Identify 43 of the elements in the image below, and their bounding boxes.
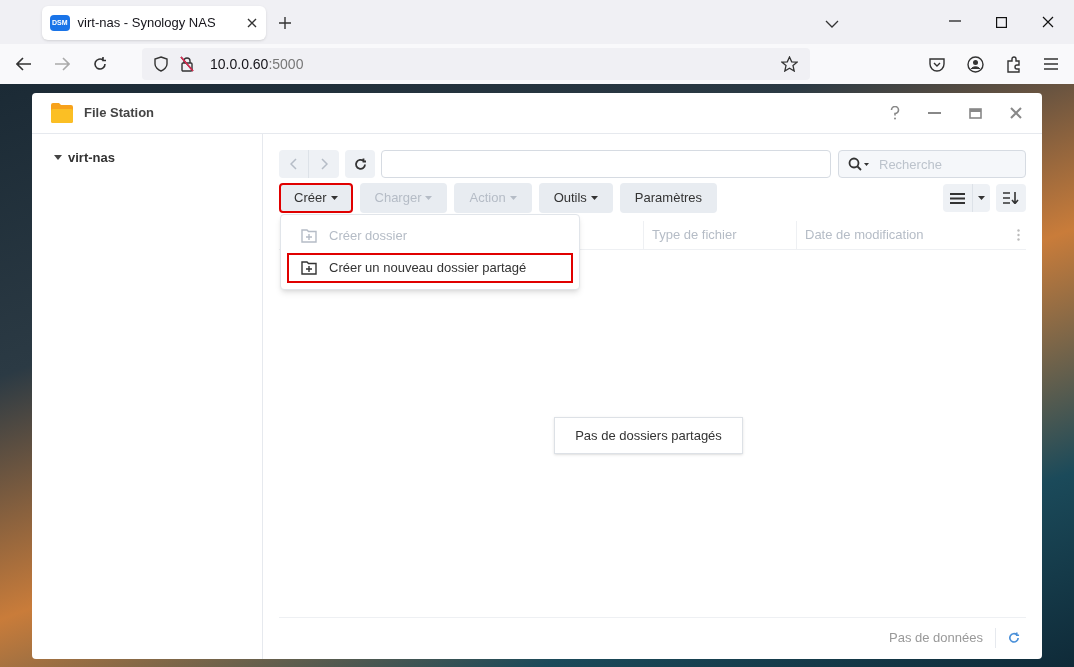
refresh-icon[interactable] — [1008, 631, 1020, 644]
star-icon[interactable] — [781, 56, 798, 72]
toolbar-button[interactable]: Outils — [538, 183, 613, 213]
refresh-icon — [353, 157, 367, 171]
view-mode-button[interactable] — [943, 184, 990, 212]
search-icon[interactable] — [848, 157, 870, 171]
help-icon[interactable] — [890, 106, 900, 120]
menu-icon[interactable] — [1044, 58, 1058, 70]
address-bar[interactable]: 10.0.0.60:5000 — [142, 48, 810, 80]
back-arrow-icon[interactable] — [16, 57, 32, 71]
sort-icon — [1003, 192, 1019, 204]
path-field[interactable] — [381, 150, 831, 178]
sort-button[interactable] — [996, 184, 1026, 212]
toolbar-button[interactable]: Créer — [279, 183, 353, 213]
search-field[interactable]: Recherche — [838, 150, 1026, 178]
toolbar-button[interactable]: Paramètres — [619, 183, 718, 213]
window-title: File Station — [84, 104, 155, 123]
caret-icon[interactable] — [54, 154, 62, 161]
refresh-button[interactable] — [345, 150, 375, 178]
tree-item[interactable]: virt-nas — [68, 148, 115, 168]
list-icon — [950, 192, 965, 204]
add-folder-icon — [301, 261, 317, 275]
folder-icon — [50, 102, 74, 124]
caret-icon — [978, 196, 985, 200]
maximize-icon[interactable] — [996, 17, 1007, 28]
chevron-down-icon[interactable] — [825, 20, 839, 28]
close-icon[interactable] — [246, 17, 258, 29]
close-icon[interactable] — [1042, 16, 1054, 28]
tab-title: virt-nas - Synology NAS — [77, 14, 217, 33]
account-icon[interactable] — [967, 55, 984, 73]
pocket-icon[interactable] — [929, 56, 945, 72]
chevron-left-icon — [290, 158, 297, 170]
url-text: 10.0.0.60:5000 — [210, 54, 304, 74]
new-tab-icon[interactable] — [278, 16, 292, 30]
add-folder-icon — [301, 229, 317, 243]
status-text: Pas de données — [889, 628, 983, 647]
insecure-lock-icon[interactable] — [180, 56, 194, 72]
chevron-right-icon — [320, 158, 328, 170]
empty-message: Pas de dossiers partagés — [554, 416, 743, 455]
puzzle-icon[interactable] — [1006, 55, 1022, 73]
menu-item[interactable]: Créer un nouveau dossier partagé — [287, 253, 573, 283]
reload-icon[interactable] — [92, 56, 108, 72]
shield-icon[interactable] — [154, 56, 168, 72]
